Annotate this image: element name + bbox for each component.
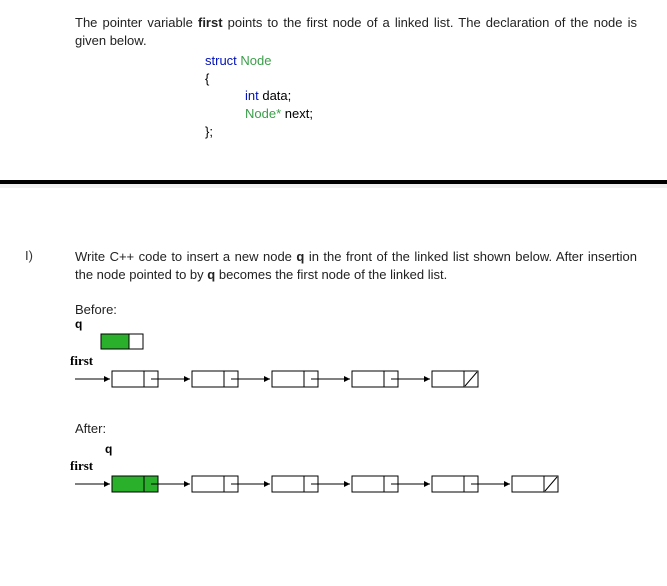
first-label-before: first bbox=[70, 353, 102, 369]
intro-text-before: The pointer variable bbox=[75, 15, 198, 30]
code-nodeptr: Node* bbox=[245, 106, 281, 121]
code-int-kw: int bbox=[245, 88, 259, 103]
separator-bar bbox=[0, 180, 667, 188]
q-node-label-after: q bbox=[105, 442, 637, 456]
q-text-part3: becomes the first node of the linked lis… bbox=[215, 267, 447, 282]
after-label: After: bbox=[75, 421, 637, 436]
code-struct-kw: struct bbox=[205, 53, 237, 68]
code-brace-open: { bbox=[205, 70, 637, 88]
before-label: Before: bbox=[75, 302, 637, 317]
code-block: struct Node { int data; Node* next; }; bbox=[205, 52, 637, 140]
before-diagram: first bbox=[70, 333, 637, 397]
q-text-part1: Write C++ code to insert a new node bbox=[75, 249, 296, 264]
question-text: Write C++ code to insert a new node q in… bbox=[75, 248, 637, 284]
code-brace-close: }; bbox=[205, 123, 637, 141]
intro-paragraph: The pointer variable first points to the… bbox=[75, 14, 637, 50]
code-next-decl: next; bbox=[281, 106, 313, 121]
intro-first-bold: first bbox=[198, 15, 223, 30]
after-diagram: first bbox=[70, 458, 637, 502]
first-label-after: first bbox=[70, 458, 102, 474]
code-struct-name: Node bbox=[237, 53, 272, 68]
question-label: I) bbox=[25, 248, 33, 263]
code-data-decl: data; bbox=[259, 88, 292, 103]
q-node-label-before: q bbox=[75, 317, 637, 331]
